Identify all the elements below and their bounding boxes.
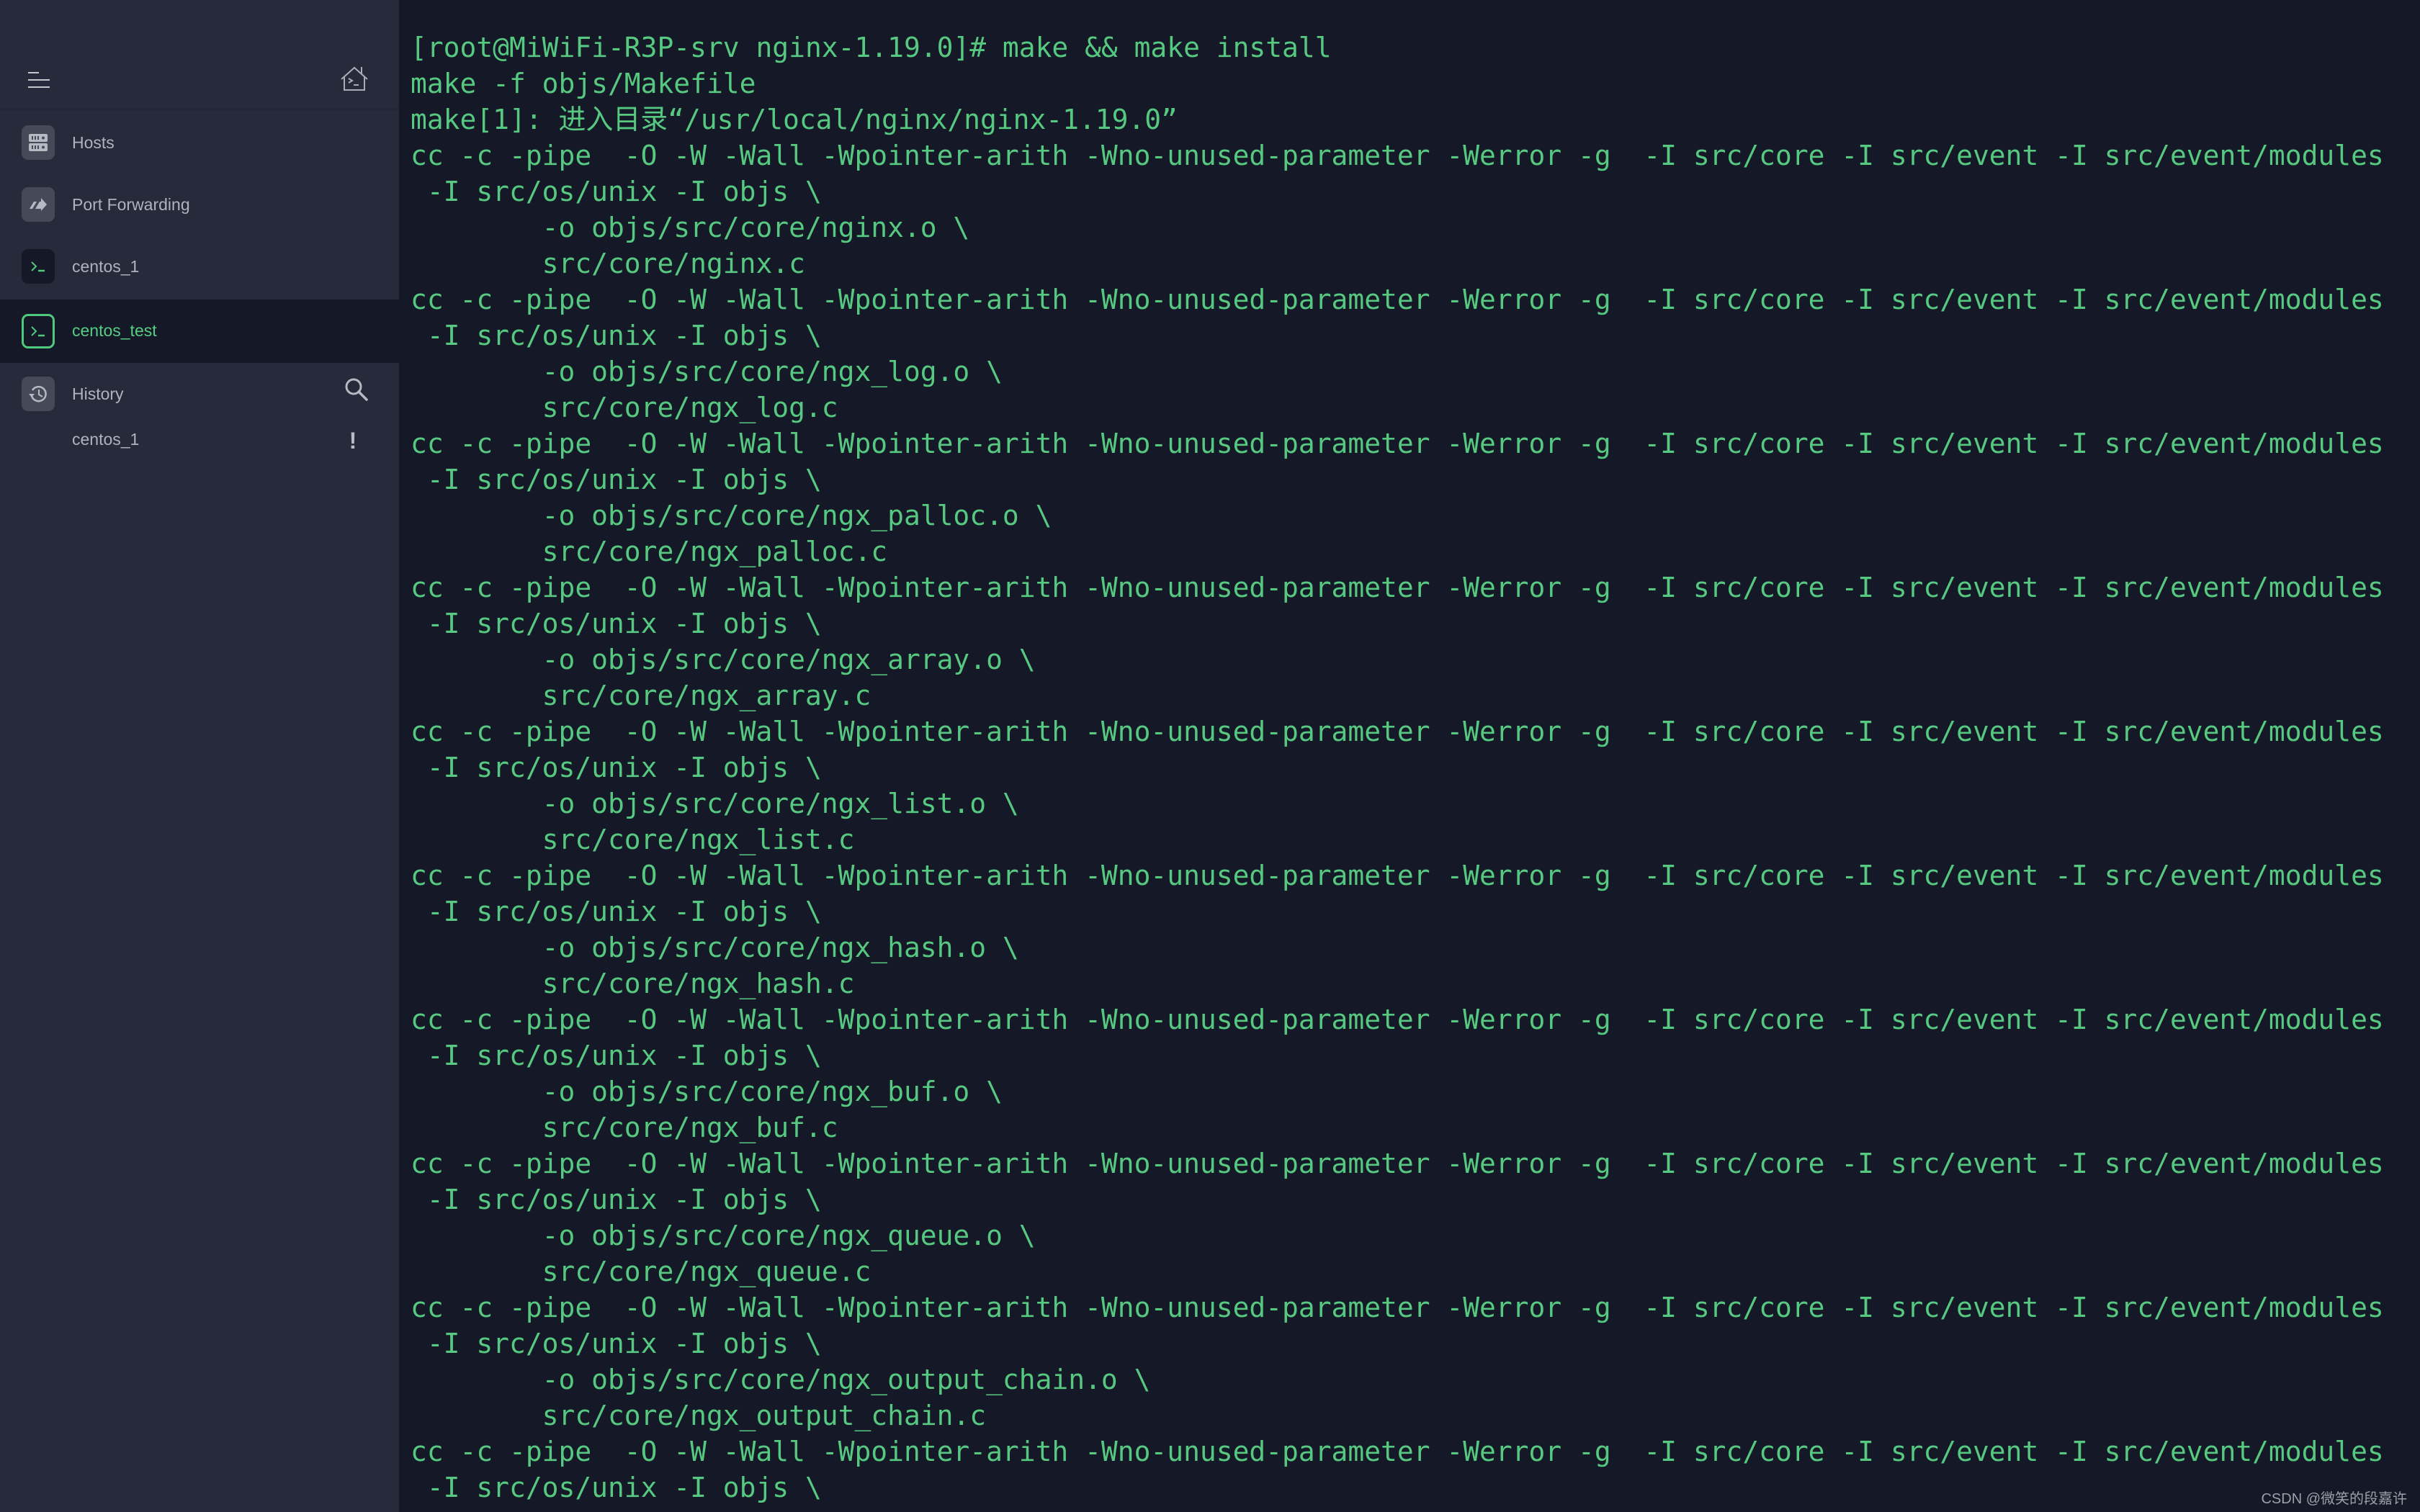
nav-group-top: Hosts Port Forwarding centos_1	[0, 110, 399, 299]
terminal-line: src/core/ngx_queue.c	[411, 1256, 871, 1288]
menu-icon[interactable]	[28, 71, 51, 89]
sidebar-item-hosts[interactable]: Hosts	[0, 112, 399, 174]
history-item-centos-1[interactable]: centos_1	[72, 430, 139, 449]
terminal-line: src/core/ngx_palloc.c	[411, 536, 888, 568]
terminal-line: src/core/nginx.c	[411, 248, 805, 280]
sidebar-item-label: Hosts	[72, 132, 115, 152]
sidebar-header	[0, 0, 399, 110]
terminal-line: -o objs/src/core/ngx_buf.o \	[411, 1076, 1003, 1108]
hosts-server-icon	[22, 125, 55, 160]
terminal-line: cc -c -pipe -O -W -Wall -Wpointer-arith …	[411, 284, 2384, 316]
terminal-line: -o objs/src/core/ngx_queue.o \	[411, 1220, 1036, 1252]
terminal-lines: [root@MiWiFi-R3P-srv nginx-1.19.0]# make…	[411, 30, 2384, 1506]
terminal-line: src/core/ngx_log.c	[411, 392, 838, 424]
terminal-line: -o objs/src/core/ngx_hash.o \	[411, 932, 1019, 964]
terminal-line: -I src/os/unix -I objs \	[411, 608, 822, 640]
terminal-line: cc -c -pipe -O -W -Wall -Wpointer-arith …	[411, 1436, 2384, 1468]
history-header[interactable]: History	[0, 363, 399, 425]
terminal-line: make -f objs/Makefile	[411, 68, 756, 100]
sidebar-item-label: centos_1	[72, 256, 140, 276]
history-section: History	[0, 363, 399, 1512]
terminal-line: -I src/os/unix -I objs \	[411, 1184, 822, 1216]
terminal-line: cc -c -pipe -O -W -Wall -Wpointer-arith …	[411, 1292, 2384, 1324]
alert-icon: !	[349, 428, 357, 454]
terminal-line: src/core/ngx_buf.c	[411, 1112, 838, 1144]
sidebar-item-centos-1[interactable]: centos_1	[0, 235, 399, 297]
terminal-line: -o objs/src/core/ngx_log.o \	[411, 356, 1003, 388]
terminal-line: cc -c -pipe -O -W -Wall -Wpointer-arith …	[411, 1148, 2384, 1180]
sidebar: Hosts Port Forwarding centos_1 centos_te…	[0, 0, 399, 1512]
terminal-line: -I src/os/unix -I objs \	[411, 1472, 822, 1504]
sidebar-item-label: centos_test	[72, 321, 157, 340]
history-icon	[22, 377, 55, 411]
terminal-output[interactable]: [root@MiWiFi-R3P-srv nginx-1.19.0]# make…	[399, 0, 2420, 1512]
search-icon[interactable]	[344, 377, 369, 402]
terminal-line: -I src/os/unix -I objs \	[411, 896, 822, 928]
terminal-line: -I src/os/unix -I objs \	[411, 176, 822, 208]
terminal-line: cc -c -pipe -O -W -Wall -Wpointer-arith …	[411, 428, 2384, 460]
terminal-line: cc -c -pipe -O -W -Wall -Wpointer-arith …	[411, 860, 2384, 892]
terminal-line: make[1]: 进入目录“/usr/local/nginx/nginx-1.1…	[411, 104, 1178, 136]
terminal-icon	[22, 314, 55, 348]
terminal-line: src/core/ngx_array.c	[411, 680, 871, 712]
terminal-line: -o objs/src/core/ngx_output_chain.o \	[411, 1364, 1151, 1396]
watermark: CSDN @微笑的段嘉许	[2261, 1491, 2407, 1507]
terminal-line: src/core/ngx_output_chain.c	[411, 1400, 987, 1432]
terminal-line: src/core/ngx_list.c	[411, 824, 855, 856]
terminal-line: -o objs/src/core/ngx_list.o \	[411, 788, 1019, 820]
terminal-line: -o objs/src/core/nginx.o \	[411, 212, 970, 244]
terminal-line: -I src/os/unix -I objs \	[411, 752, 822, 784]
port-forwarding-icon	[22, 187, 55, 222]
terminal-line: src/core/ngx_hash.c	[411, 968, 855, 1000]
terminal-line: [root@MiWiFi-R3P-srv nginx-1.19.0]# make…	[411, 32, 1332, 64]
terminal-icon	[22, 249, 55, 284]
history-label: History	[72, 384, 124, 403]
terminal-line: cc -c -pipe -O -W -Wall -Wpointer-arith …	[411, 1004, 2384, 1036]
terminal-line: -I src/os/unix -I objs \	[411, 320, 822, 352]
terminal-line: -I src/os/unix -I objs \	[411, 1328, 822, 1360]
terminal-line: -o objs/src/core/ngx_palloc.o \	[411, 500, 1052, 532]
terminal-line: -I src/os/unix -I objs \	[411, 464, 822, 496]
terminal-line: cc -c -pipe -O -W -Wall -Wpointer-arith …	[411, 716, 2384, 748]
sidebar-item-port-forwarding[interactable]: Port Forwarding	[0, 174, 399, 235]
terminal-line: cc -c -pipe -O -W -Wall -Wpointer-arith …	[411, 572, 2384, 604]
terminal-line: cc -c -pipe -O -W -Wall -Wpointer-arith …	[411, 140, 2384, 172]
terminal-line: -I src/os/unix -I objs \	[411, 1040, 822, 1072]
terminal-line: -o objs/src/core/ngx_array.o \	[411, 644, 1036, 676]
sidebar-item-label: Port Forwarding	[72, 194, 190, 214]
sidebar-item-centos-test[interactable]: centos_test	[0, 300, 399, 363]
home-terminal-icon[interactable]	[340, 66, 369, 92]
